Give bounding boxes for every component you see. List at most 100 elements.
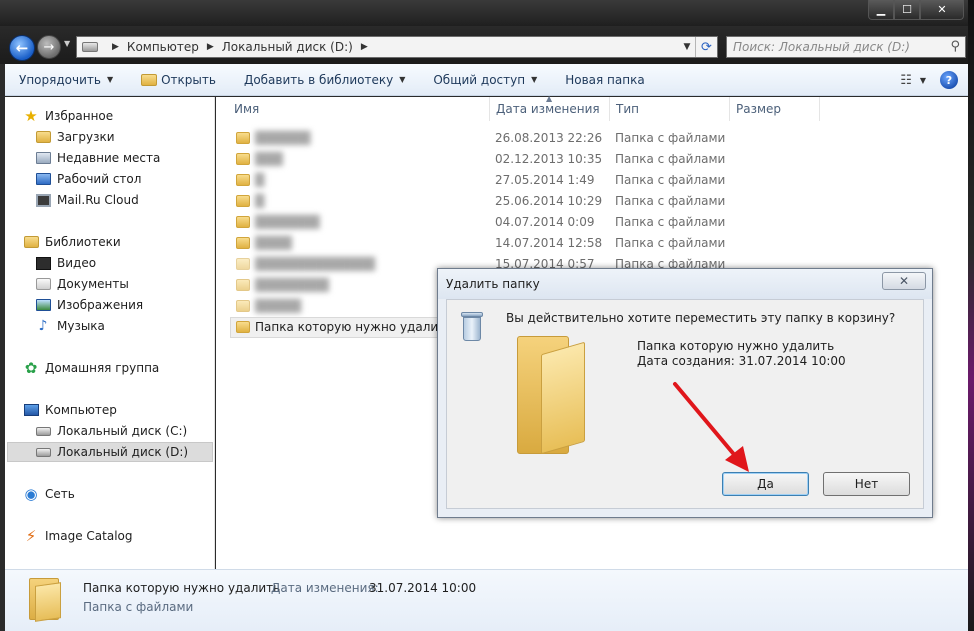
nav-label: Сеть xyxy=(45,487,75,501)
folder-icon xyxy=(27,578,61,622)
address-history-dropdown[interactable]: ▼ xyxy=(679,37,695,57)
folder-icon xyxy=(236,216,250,228)
nav-disk-c[interactable]: Локальный диск (C:) xyxy=(35,421,213,441)
music-icon: ♪ xyxy=(38,318,48,334)
chevron-right-icon[interactable]: ▶ xyxy=(112,42,119,52)
nav-label: Рабочий стол xyxy=(57,172,142,186)
chevron-right-icon[interactable]: ▶ xyxy=(207,42,214,52)
file-name: ████████ xyxy=(255,278,329,292)
share-button[interactable]: Общий доступ ▼ xyxy=(419,73,551,87)
red-arrow-annotation xyxy=(673,382,749,472)
file-name: ███████ xyxy=(255,215,320,229)
nav-network[interactable]: ◉ Сеть xyxy=(23,484,213,504)
breadcrumb-disk-d[interactable]: Локальный диск (D:) xyxy=(222,40,353,54)
yes-button[interactable]: Да xyxy=(722,472,809,496)
folder-icon xyxy=(517,336,595,458)
nav-disk-d[interactable]: Локальный диск (D:) xyxy=(7,442,213,462)
nav-video[interactable]: Видео xyxy=(35,253,213,273)
folder-icon xyxy=(236,153,250,165)
view-options-icon[interactable]: ☷ xyxy=(900,73,912,88)
nav-favorites[interactable]: ★ Избранное xyxy=(23,106,213,126)
close-icon[interactable]: ✕ xyxy=(882,272,926,290)
sort-ascending-icon: ▲ xyxy=(546,94,553,103)
drive-icon xyxy=(35,444,51,460)
forward-button[interactable]: → xyxy=(37,35,61,59)
file-date: 02.12.2013 10:35 xyxy=(495,152,603,166)
chevron-down-icon[interactable]: ▼ xyxy=(920,76,926,85)
table-row[interactable]: ████ 14.07.2014 12:58 Папка с файлами xyxy=(230,233,968,254)
back-button[interactable]: ← xyxy=(9,35,35,61)
open-button[interactable]: Открыть xyxy=(127,73,230,87)
address-bar[interactable]: ▶ Компьютер ▶ Локальный диск (D:) ▶ ▼ ⟳ xyxy=(76,36,718,58)
nav-computer[interactable]: Компьютер xyxy=(23,400,213,420)
arrow-left-icon: ← xyxy=(15,39,29,57)
nav-homegroup[interactable]: ✿ Домашняя группа xyxy=(23,358,213,378)
recent-pages-dropdown[interactable]: ▼ xyxy=(64,39,70,48)
address-row: ← → ▼ ▶ Компьютер ▶ Локальный диск (D:) … xyxy=(0,26,968,64)
nav-libraries[interactable]: Библиотеки xyxy=(23,232,213,252)
nav-documents[interactable]: Документы xyxy=(35,274,213,294)
nav-mailru-cloud[interactable]: Mail.Ru Cloud xyxy=(35,190,213,210)
refresh-icon[interactable]: ⟳ xyxy=(695,37,717,57)
images-icon xyxy=(35,297,51,313)
minimize-button[interactable]: ▁ xyxy=(868,0,894,20)
folder-icon xyxy=(236,195,250,207)
downloads-folder-icon xyxy=(35,129,51,145)
table-row[interactable]: ███ 02.12.2013 10:35 Папка с файлами xyxy=(230,149,968,170)
file-name: Папка которую нужно удалить xyxy=(255,320,453,334)
folder-icon xyxy=(236,237,250,249)
file-name: ███ xyxy=(255,152,283,166)
close-window-button[interactable]: ✕ xyxy=(920,0,964,20)
nav-downloads[interactable]: Загрузки xyxy=(35,127,213,147)
file-date: 26.08.2013 22:26 xyxy=(495,131,603,145)
organize-button[interactable]: Упорядочить ▼ xyxy=(5,73,127,87)
caption-buttons: ▁ ☐ ✕ xyxy=(868,0,964,20)
add-to-library-label: Добавить в библиотеку xyxy=(243,72,394,87)
nav-label: Изображения xyxy=(57,298,144,312)
nav-label: Локальный диск (D:) xyxy=(57,445,189,459)
dialog-created-date: Дата создания: 31.07.2014 10:00 xyxy=(637,354,846,368)
help-icon[interactable]: ? xyxy=(940,71,958,89)
column-label: Тип xyxy=(616,102,639,116)
nav-image-catalog[interactable]: ⚡ Image Catalog xyxy=(23,526,213,546)
details-type: Папка с файлами xyxy=(83,600,194,614)
nav-desktop[interactable]: Рабочий стол xyxy=(35,169,213,189)
nav-label: Недавние места xyxy=(57,151,161,165)
table-row[interactable]: █ 25.06.2014 10:29 Папка с файлами xyxy=(230,191,968,212)
no-button[interactable]: Нет xyxy=(823,472,910,496)
recent-places-icon xyxy=(35,150,51,166)
share-label: Общий доступ xyxy=(433,72,526,87)
maximize-button[interactable]: ☐ xyxy=(894,0,920,20)
chevron-down-icon: ▼ xyxy=(531,75,538,84)
new-folder-button[interactable]: Новая папка xyxy=(551,73,658,87)
nav-music[interactable]: ♪ Музыка xyxy=(35,316,213,336)
column-type[interactable]: Тип xyxy=(610,97,730,121)
nav-label: Избранное xyxy=(45,109,114,123)
cloud-icon xyxy=(35,192,51,208)
column-name[interactable]: Имя xyxy=(228,97,490,121)
dialog-body: Вы действительно хотите переместить эту … xyxy=(446,299,924,509)
folder-open-icon xyxy=(141,73,158,86)
file-date: 14.07.2014 12:58 xyxy=(495,236,603,250)
nav-label: Компьютер xyxy=(45,403,117,417)
nav-recent-places[interactable]: Недавние места xyxy=(35,148,213,168)
table-row[interactable]: ███████ 04.07.2014 0:09 Папка с файлами xyxy=(230,212,968,233)
file-type: Папка с файлами xyxy=(615,194,726,208)
column-label: Дата изменения xyxy=(496,102,600,116)
arrow-right-icon: → xyxy=(43,39,55,55)
nav-images[interactable]: Изображения xyxy=(35,295,213,315)
table-row[interactable]: ██████ 26.08.2013 22:26 Папка с файлами xyxy=(230,128,968,149)
search-icon[interactable]: ⚲ xyxy=(950,39,960,54)
dialog-title: Удалить папку xyxy=(446,277,540,291)
dialog-folder-name: Папка которую нужно удалить xyxy=(637,339,835,353)
drive-icon xyxy=(82,42,98,52)
add-to-library-button[interactable]: Добавить в библиотеку ▼ xyxy=(230,73,419,87)
table-row[interactable]: █ 27.05.2014 1:49 Папка с файлами xyxy=(230,170,968,191)
file-name: ██████ xyxy=(255,131,311,145)
breadcrumb-computer[interactable]: Компьютер xyxy=(127,40,199,54)
search-input[interactable]: Поиск: Локальный диск (D:) ⚲ xyxy=(726,36,966,58)
nav-label: Домашняя группа xyxy=(45,361,160,375)
chevron-right-icon[interactable]: ▶ xyxy=(361,42,368,52)
command-bar: Упорядочить ▼ Открыть Добавить в библиот… xyxy=(5,64,968,96)
column-size[interactable]: Размер xyxy=(730,97,820,121)
